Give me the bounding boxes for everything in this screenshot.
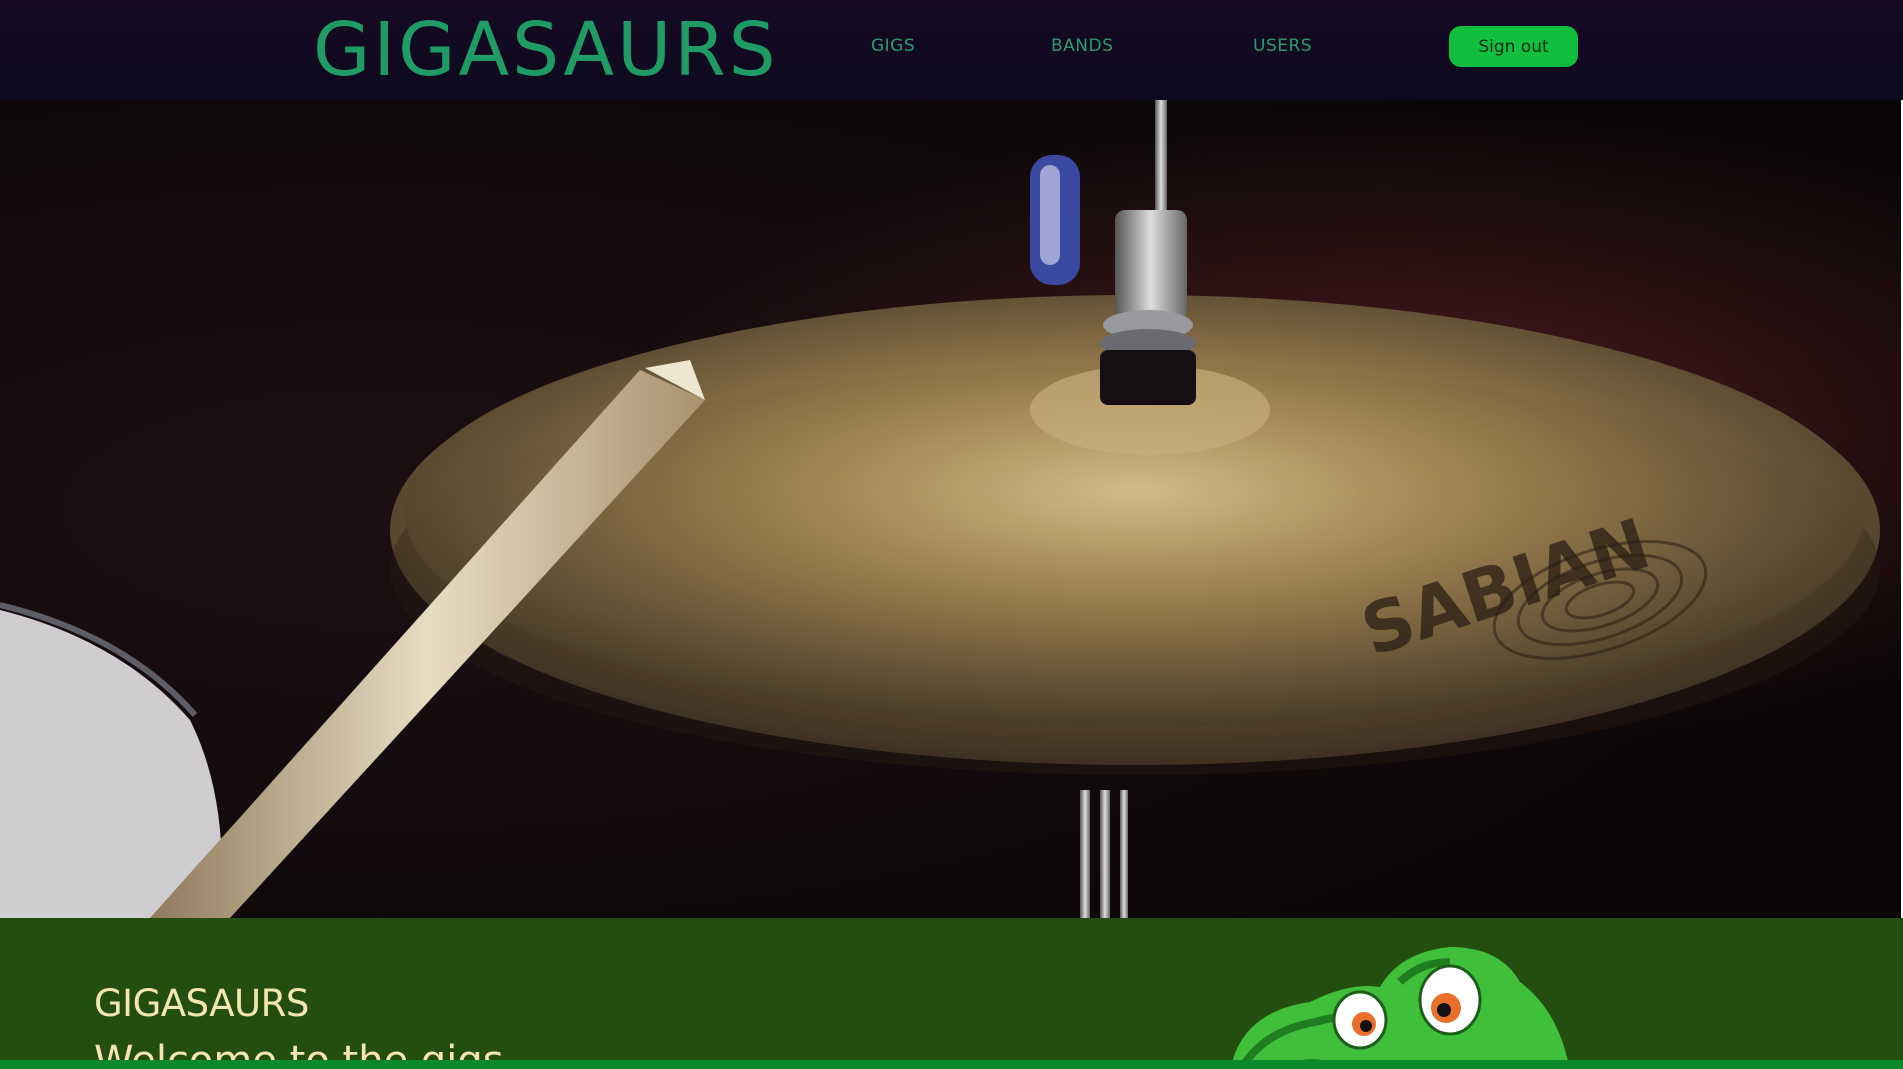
intro-subtitle: Welcome to the gigs — [94, 1038, 504, 1060]
cymbal-photo-icon: SABIAN — [0, 100, 1880, 918]
site-logo[interactable]: GIGASAURS — [313, 4, 779, 96]
dinosaur-mascot-icon — [1232, 947, 1568, 1060]
top-navbar: GIGASAURS GIGS BANDS USERS Sign out — [0, 0, 1903, 100]
intro-section: GIGASAURS Welcome to the gigs — [0, 918, 1903, 1060]
nav-link-bands[interactable]: BANDS — [1051, 36, 1113, 56]
hero-banner: SABIAN — [0, 100, 1903, 918]
nav-link-users[interactable]: USERS — [1253, 36, 1312, 56]
bottom-strip — [0, 1060, 1903, 1069]
sign-out-button[interactable]: Sign out — [1449, 26, 1578, 67]
intro-title: GIGASAURS — [94, 982, 309, 1025]
nav-link-gigs[interactable]: GIGS — [871, 36, 915, 56]
